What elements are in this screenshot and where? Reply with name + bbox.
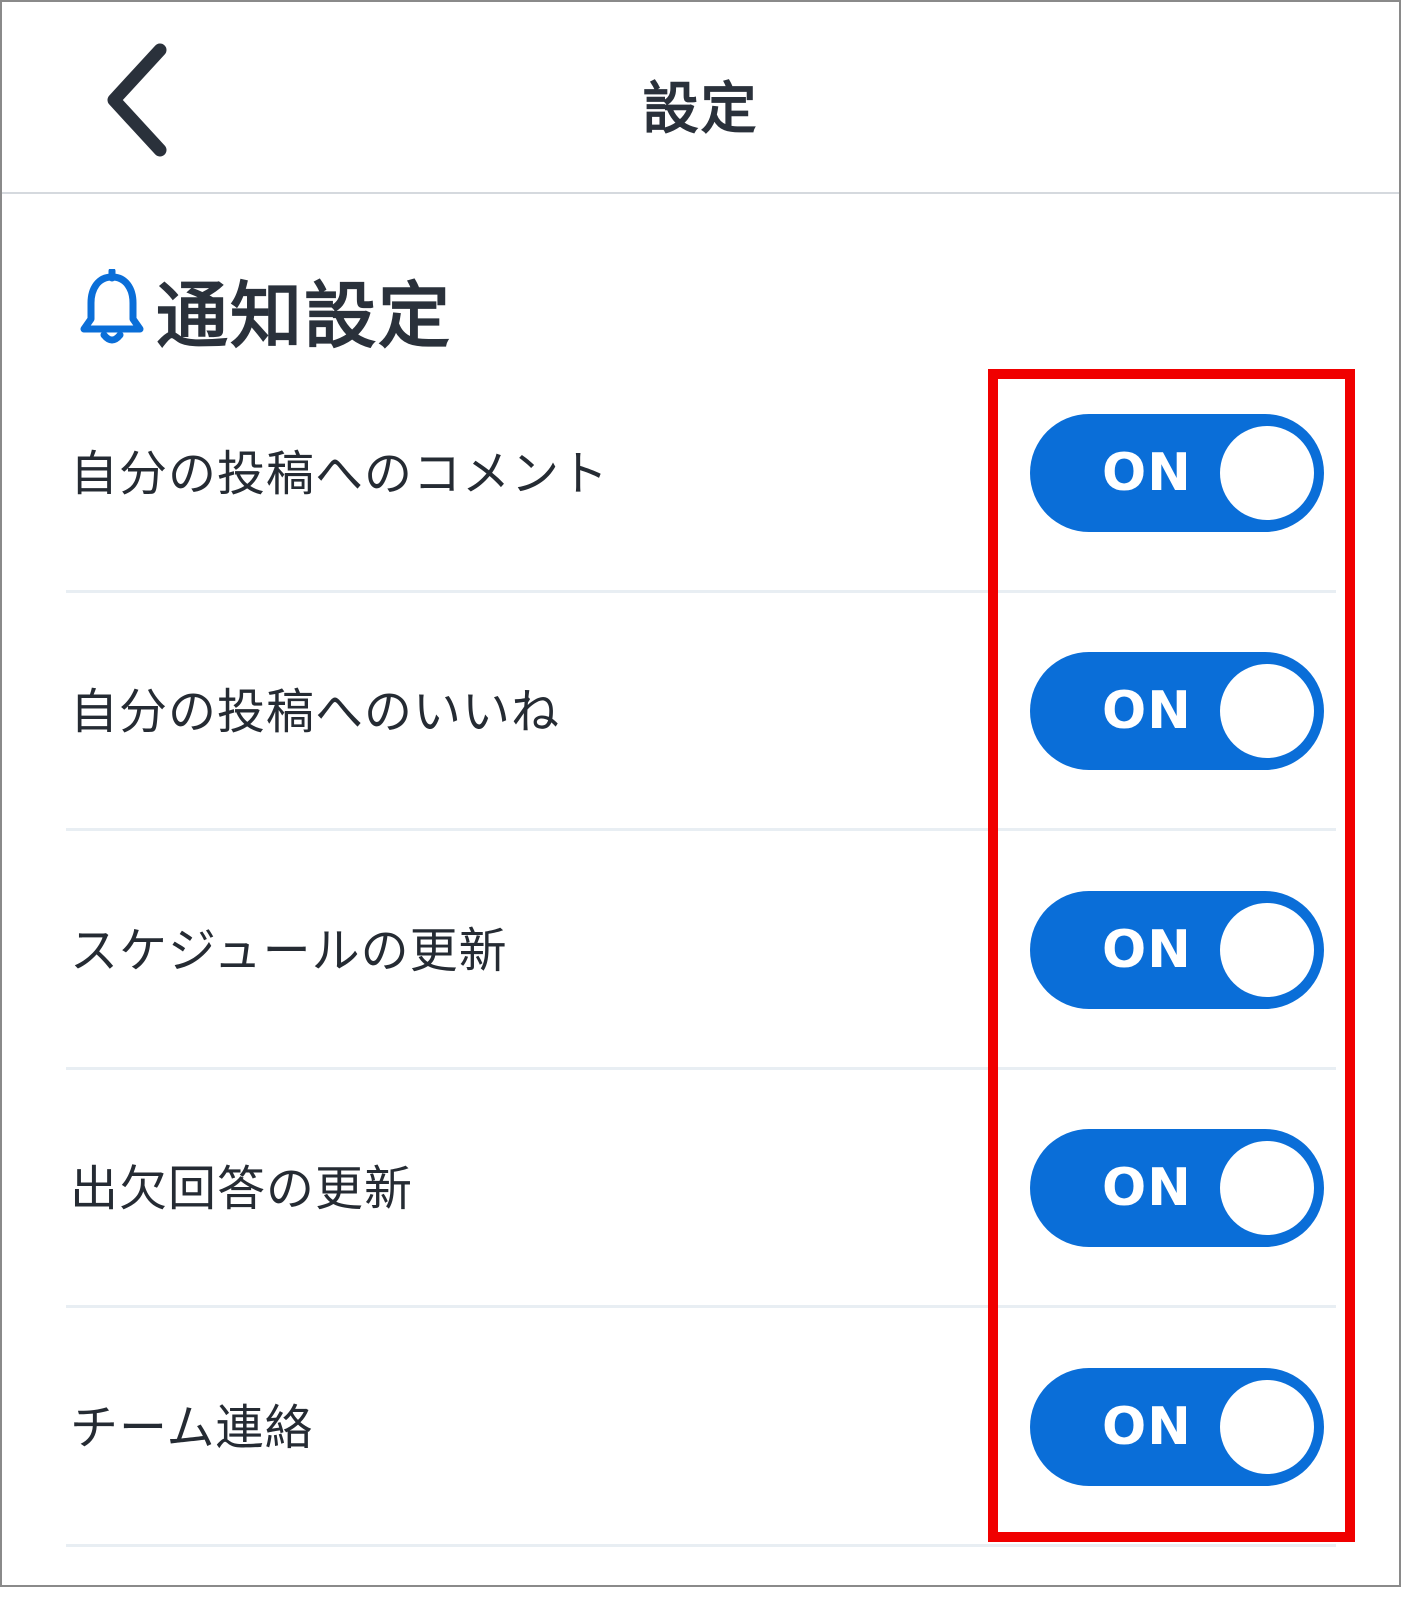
page-title: 設定	[642, 77, 759, 142]
header-bar: 設定	[2, 2, 1399, 194]
setting-label: チーム連絡	[70, 1400, 314, 1456]
highlight-annotation-box	[988, 369, 1355, 1542]
setting-label: スケジュールの更新	[70, 923, 508, 979]
setting-label: 自分の投稿へのコメント	[70, 446, 610, 502]
section-heading: 通知設定	[76, 264, 452, 358]
divider	[66, 1544, 1336, 1547]
settings-screen: 設定 通知設定 自分の投稿へのコメント ON 自分の投稿へのいいね ON スケジ…	[0, 0, 1401, 1587]
section-title: 通知設定	[156, 273, 453, 358]
setting-label: 出欠回答の更新	[70, 1161, 414, 1217]
setting-label: 自分の投稿へのいいね	[70, 684, 561, 740]
bell-icon	[80, 269, 144, 344]
